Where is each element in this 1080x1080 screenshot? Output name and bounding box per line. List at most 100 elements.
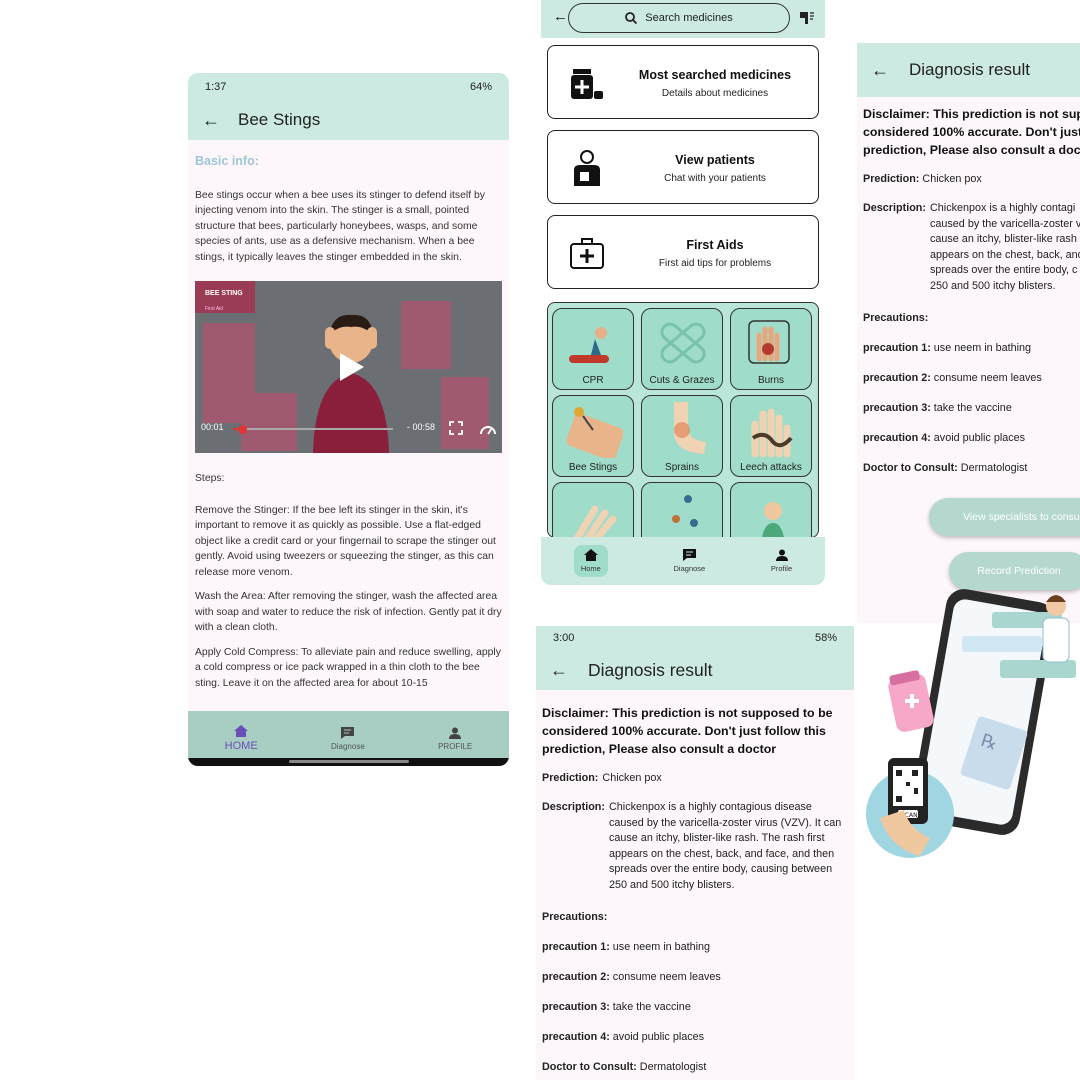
tile-leech-attacks[interactable]: Leech attacks (730, 395, 812, 477)
nav-home[interactable]: HOME (225, 725, 258, 752)
status-battery: 64% (469, 80, 492, 93)
video-remaining: - 00:58 (407, 421, 436, 432)
video-subheading: First Aid (205, 305, 224, 312)
tile[interactable] (730, 482, 812, 537)
precaution-item: precaution 2: consume neem leaves (542, 971, 721, 983)
nav-home-label: HOME (224, 740, 258, 752)
nav-diagnose-label: Diagnose (330, 741, 365, 751)
basic-info-heading: Basic info: (195, 154, 259, 168)
bee-stings-screen: 1:37 64% ← Bee Stings Basic info: Bee st… (188, 73, 509, 766)
app-bar: ← Diagnosis result (536, 650, 854, 690)
child-icon (762, 502, 784, 537)
search-input[interactable]: Search medicines (568, 3, 790, 33)
gesture-bar (188, 758, 509, 766)
description-row: Description: Chickenpox is a highly cont… (542, 800, 848, 893)
steps-heading: Steps: (195, 473, 225, 484)
tile-sprains[interactable]: Sprains (641, 395, 723, 477)
home-icon (583, 549, 598, 561)
cpr-icon (569, 327, 609, 363)
sprained-foot-icon (674, 402, 706, 454)
description-label: Description: (542, 801, 605, 813)
bee-stings-content[interactable]: Basic info: Bee stings occur when a bee … (188, 140, 509, 691)
play-icon[interactable] (338, 353, 364, 381)
tile[interactable] (552, 482, 634, 537)
video-elapsed: 00:01 (201, 421, 224, 432)
chat-icon (682, 549, 696, 561)
prediction-row: Prediction: Chicken pox (863, 173, 982, 185)
tile-label: Bee Stings (568, 462, 618, 473)
status-bar: 3:00 58% (536, 626, 854, 650)
precaution-item: precaution 3: take the vaccine (542, 1001, 691, 1013)
page-title: Bee Stings (238, 110, 321, 129)
diagnosis-body[interactable]: Disclaimer: This prediction is not supp … (857, 97, 1080, 482)
nav-profile[interactable]: PROFILE (438, 727, 472, 751)
home-icon (234, 725, 249, 737)
page-title: Diagnosis result (909, 60, 1030, 79)
card-first-aids[interactable]: First Aids First aid tips for problems (547, 215, 819, 289)
page-title: Diagnosis result (588, 659, 713, 680)
status-time: 3:00 (553, 632, 575, 644)
precaution-item: precaution 1: use neem in bathing (542, 941, 711, 953)
people-icon (672, 495, 698, 527)
nav-profile-label: Profile (770, 564, 793, 573)
hand-icon (573, 505, 617, 537)
diagnosis-body[interactable]: Disclaimer: This prediction is not suppo… (536, 690, 854, 1080)
nav-diagnose-label: Diagnose (673, 564, 706, 573)
medicine-bottle-icon (571, 69, 603, 99)
tile[interactable] (641, 482, 723, 537)
description-value: Chickenpox is a highly contagious diseas… (609, 801, 842, 891)
card-view-patients[interactable]: View patients Chat with your patients (547, 130, 819, 204)
doctor-label: Doctor to Consult: (542, 1061, 637, 1073)
back-arrow-icon[interactable]: ← (871, 60, 889, 81)
status-bar: 1:37 64% (188, 73, 509, 100)
nav-profile-label: PROFILE (438, 741, 473, 751)
description-row: Description: Chickenpox is a highly cont… (863, 202, 1080, 292)
tile-label: CPR (582, 375, 604, 386)
back-arrow-icon[interactable]: ← (550, 660, 568, 681)
first-aid-grid: CPR Cuts & Grazes Burns Bee Stings Sprai… (547, 302, 819, 538)
tile-label: Cuts & Grazes (649, 375, 715, 386)
bandage-icon (660, 322, 706, 364)
nav-profile[interactable]: Profile (771, 549, 792, 573)
prediction-value: Chicken pox (602, 772, 662, 784)
status-time: 1:37 (205, 80, 227, 93)
precautions-label: Precautions: (542, 911, 608, 923)
video-player[interactable]: BEE STING First Aid 00:01 - 00:58 (195, 281, 502, 453)
search-icon (625, 12, 638, 24)
precaution-item: precaution 1: use neem in bathing (863, 342, 1032, 354)
tile-bee-stings[interactable]: Bee Stings (552, 395, 634, 477)
video-panel (441, 377, 489, 449)
step-item: Apply Cold Compress: To alleviate pain a… (195, 646, 501, 689)
back-arrow-icon[interactable]: ← (553, 8, 568, 25)
card-most-searched-medicines[interactable]: Most searched medicines Details about me… (547, 45, 819, 119)
disclaimer-line: Disclaimer: This prediction is not supp (863, 107, 1080, 121)
playback-speed-icon[interactable] (479, 423, 497, 435)
dashboard-screen: ← Search medicines Most searched medicin… (541, 0, 825, 585)
barcode-scan-icon[interactable] (799, 10, 815, 26)
precaution-item: precaution 2: consume neem leaves (863, 372, 1042, 384)
video-scrubber[interactable] (237, 425, 247, 434)
fullscreen-icon[interactable] (449, 421, 463, 435)
status-battery: 58% (814, 632, 837, 644)
disclaimer-line: considered 100% accurate. Don't just f (863, 125, 1080, 139)
card-subtitle: First aid tips for problems (658, 258, 772, 269)
nav-diagnose[interactable]: Diagnose (330, 726, 365, 751)
record-prediction-button[interactable]: Record Prediction (949, 552, 1080, 590)
card-title: View patients (675, 153, 755, 167)
app-bar: ← Diagnosis result (857, 43, 1080, 97)
tile-burns[interactable]: Burns (730, 308, 812, 390)
nav-home[interactable]: Home (573, 545, 608, 577)
video-progress-bar[interactable] (233, 428, 393, 430)
bee-sting-icon (566, 407, 623, 458)
nav-diagnose[interactable]: Diagnose (673, 549, 706, 573)
back-arrow-icon[interactable]: ← (202, 110, 220, 131)
tile-label: Leech attacks (740, 462, 802, 473)
search-bar-row: ← Search medicines (541, 0, 825, 38)
view-specialists-button[interactable]: View specialists to consult (929, 498, 1080, 536)
tile-cuts-grazes[interactable]: Cuts & Grazes (641, 308, 723, 390)
precaution-item: precaution 3: take the vaccine (863, 402, 1012, 414)
chat-icon (341, 726, 355, 739)
tile-cpr[interactable]: CPR (552, 308, 634, 390)
app-bar: ← Bee Stings (188, 100, 509, 140)
precautions-label: Precautions: (863, 312, 929, 324)
